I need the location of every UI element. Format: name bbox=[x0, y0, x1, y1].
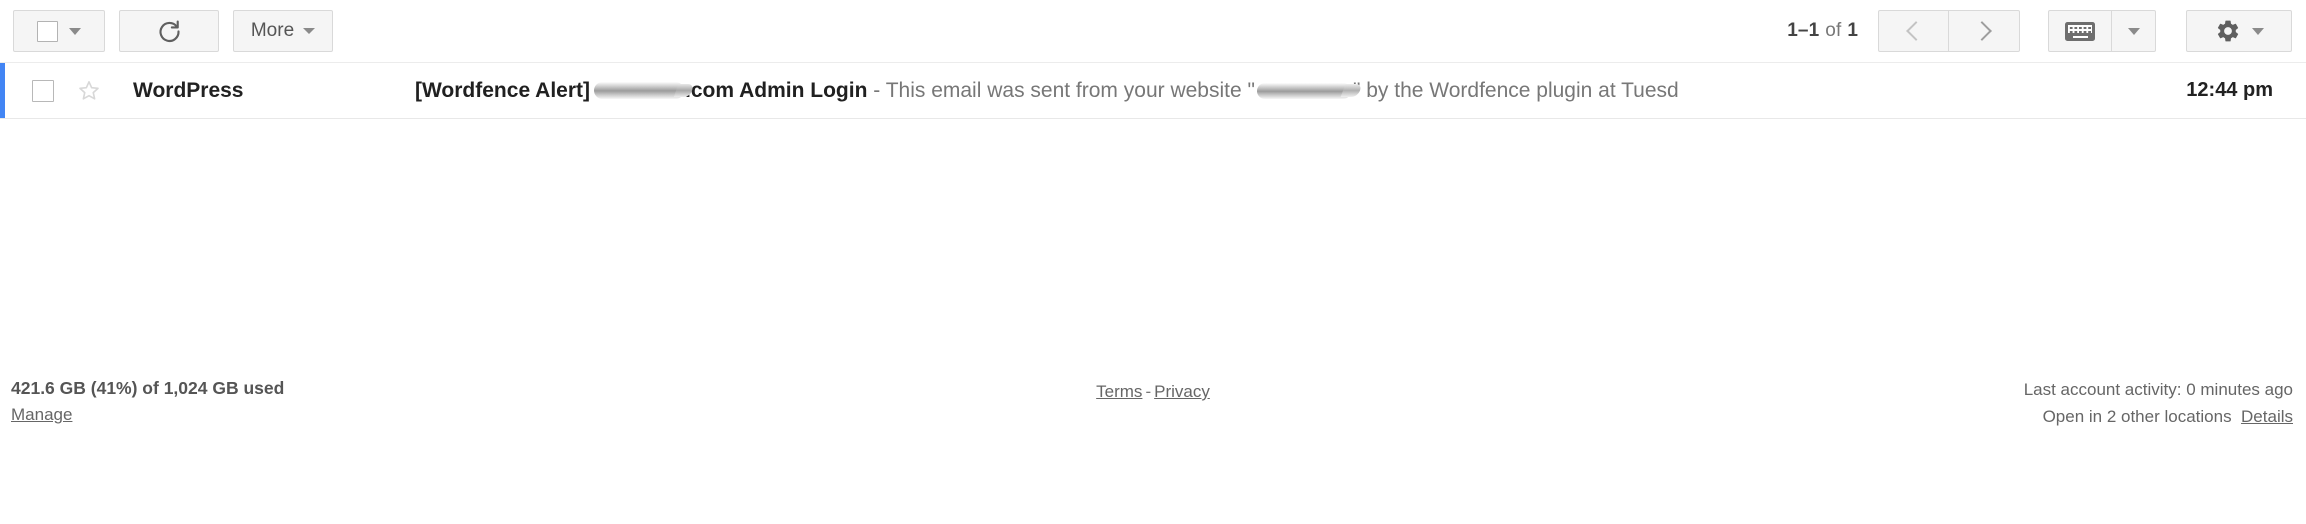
redacted-site-icon bbox=[1256, 82, 1351, 99]
message-subject-and-snippet: [Wordfence Alert] .com Admin Login - This… bbox=[415, 79, 2146, 103]
input-tools-group bbox=[2048, 10, 2156, 52]
message-snippet-tail: " by the Wordfence plugin at Tuesd bbox=[1352, 78, 1679, 102]
star-outline-icon[interactable] bbox=[76, 78, 102, 104]
message-snippet-lead: - This email was sent from your website … bbox=[873, 78, 1255, 102]
account-activity-info: Last account activity: 0 minutes ago Ope… bbox=[2024, 377, 2293, 429]
keyboard-icon bbox=[2065, 21, 2095, 41]
more-button[interactable]: More bbox=[233, 10, 333, 52]
gear-icon bbox=[2217, 20, 2238, 42]
refresh-button[interactable] bbox=[119, 10, 219, 52]
caret-down-icon[interactable] bbox=[303, 28, 316, 34]
checkbox-icon[interactable] bbox=[32, 79, 54, 102]
pagination-range: 1–1 bbox=[1787, 20, 1820, 41]
next-page-button[interactable] bbox=[1949, 10, 2020, 52]
previous-page-button[interactable] bbox=[1878, 10, 1949, 52]
message-timestamp: 12:44 pm bbox=[2186, 79, 2273, 101]
page-footer: 421.6 GB (41%) of 1,024 GB used Manage T… bbox=[0, 360, 2306, 470]
privacy-link[interactable]: Privacy bbox=[1154, 382, 1210, 401]
inbox-toolbar: More 1–1 of 1 bbox=[0, 0, 2306, 62]
activity-details-link[interactable]: Details bbox=[2241, 407, 2293, 426]
message-subject-suffix: .com Admin Login bbox=[685, 78, 868, 102]
pagination-total: 1 bbox=[1847, 20, 1858, 41]
table-row[interactable]: WordPress [Wordfence Alert] .com Admin Lo… bbox=[0, 63, 2306, 119]
settings-button[interactable] bbox=[2186, 10, 2292, 52]
manage-storage-link[interactable]: Manage bbox=[11, 403, 72, 428]
pagination-of: of bbox=[1825, 20, 1842, 41]
keyboard-input-dropdown-button[interactable] bbox=[2112, 10, 2156, 52]
more-button-label: More bbox=[250, 20, 295, 41]
redacted-domain-icon bbox=[594, 81, 685, 99]
select-all-button[interactable] bbox=[13, 10, 105, 52]
last-activity-text: Last account activity: 0 minutes ago bbox=[2023, 380, 2293, 399]
refresh-icon bbox=[158, 20, 180, 42]
links-separator: - bbox=[1145, 382, 1152, 401]
open-locations-text: Open in 2 other locations bbox=[2042, 406, 2232, 426]
keyboard-input-button[interactable] bbox=[2048, 10, 2112, 52]
terms-link[interactable]: Terms bbox=[1096, 382, 1142, 401]
caret-down-icon bbox=[2127, 27, 2140, 35]
chevron-right-icon bbox=[1972, 21, 1992, 41]
chevron-left-icon bbox=[1905, 21, 1926, 41]
message-list: WordPress [Wordfence Alert] .com Admin Lo… bbox=[0, 62, 2306, 119]
caret-down-icon[interactable] bbox=[69, 27, 81, 35]
open-locations-row: Open in 2 other locations Details bbox=[2024, 404, 2293, 430]
pagination-nav-group bbox=[1878, 10, 2020, 52]
unread-indicator-bar bbox=[0, 63, 5, 118]
message-sender: WordPress bbox=[133, 78, 244, 102]
pagination-status: 1–1 of 1 bbox=[1787, 20, 1858, 42]
gmail-inbox-screen: More 1–1 of 1 WordPress [Wordfence Alert… bbox=[0, 0, 2306, 524]
message-subject-prefix: [Wordfence Alert] bbox=[415, 78, 591, 102]
legal-links: Terms - Privacy bbox=[0, 382, 2306, 402]
checkbox-icon[interactable] bbox=[37, 20, 58, 42]
caret-down-icon[interactable] bbox=[2251, 27, 2264, 35]
